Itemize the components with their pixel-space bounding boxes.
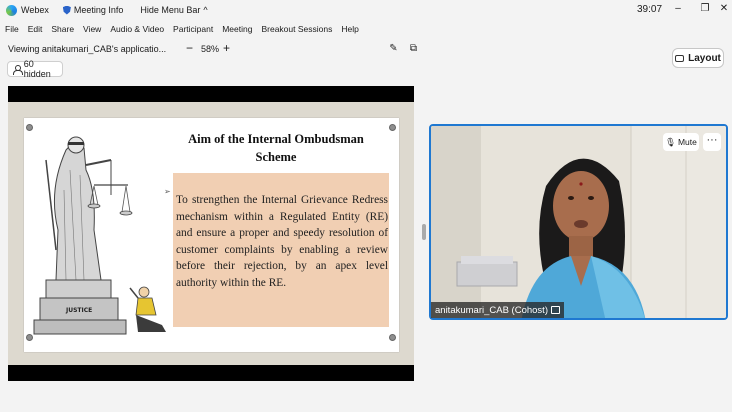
shield-icon — [62, 5, 71, 15]
app-name: Webex — [6, 4, 49, 16]
slide-title-line-1: Aim of the Internal Ombudsman — [188, 132, 364, 146]
menu-edit[interactable]: Edit — [28, 24, 43, 34]
close-icon[interactable]: ✕ — [718, 3, 730, 15]
title-bar: Webex Meeting Info Hide Menu Bar ^ 39:07… — [0, 0, 732, 20]
hidden-count-label: 60 hidden — [23, 59, 51, 79]
slide-bullet-icon: ➢ — [164, 187, 171, 196]
menu-meeting[interactable]: Meeting — [222, 24, 252, 34]
mute-button[interactable]: 🎙 Mute — [663, 133, 699, 151]
menu-file[interactable]: File — [5, 24, 19, 34]
restore-icon[interactable]: ❐ — [699, 3, 711, 15]
zoom-in-button[interactable]: + — [223, 41, 230, 55]
minimize-icon[interactable]: – — [672, 3, 684, 15]
menu-breakout-sessions[interactable]: Breakout Sessions — [261, 24, 332, 34]
hidden-participants-button[interactable]: 60 hidden — [7, 59, 63, 79]
lady-justice-illustration: JUSTICE — [33, 136, 166, 335]
mute-label: Mute — [677, 137, 697, 147]
participant-video[interactable] — [429, 124, 728, 320]
participant-name-tag: anitakumari_CAB (Cohost) — [431, 302, 564, 318]
meeting-timer: 39:07 — [637, 4, 663, 15]
layout-button[interactable]: Layout — [672, 48, 724, 68]
share-toolbar: Viewing anitakumari_CAB's applicatio... … — [0, 40, 732, 58]
layout-label: Layout — [688, 52, 721, 64]
panel-resize-handle[interactable] — [422, 224, 426, 240]
share-screen-icon[interactable]: ⧉ — [408, 43, 419, 54]
video-feed — [431, 126, 726, 318]
menu-help[interactable]: Help — [341, 24, 358, 34]
viewing-label: Viewing anitakumari_CAB's applicatio... — [8, 44, 167, 54]
sharing-icon — [551, 306, 560, 314]
person-icon — [13, 64, 23, 75]
layout-icon — [675, 54, 685, 62]
chevron-up-icon: ^ — [203, 5, 208, 15]
menu-share[interactable]: Share — [51, 24, 74, 34]
zoom-out-button[interactable]: − — [186, 41, 193, 55]
app-name-label: Webex — [21, 5, 49, 15]
slide-title-line-2: Scheme — [255, 150, 297, 164]
participant-name: anitakumari_CAB (Cohost) — [435, 304, 548, 316]
meeting-info-label: Meeting Info — [73, 5, 124, 15]
more-options-button[interactable]: ··· — [703, 133, 721, 151]
hide-menu-bar-button[interactable]: Hide Menu Bar ^ — [140, 5, 207, 15]
slide-title: Aim of the Internal Ombudsman Scheme — [176, 130, 376, 166]
webex-logo-icon — [6, 4, 17, 16]
pin-icon — [389, 334, 396, 341]
menu-participant[interactable]: Participant — [173, 24, 213, 34]
statue-label: JUSTICE — [65, 307, 92, 314]
hide-menu-label: Hide Menu Bar — [140, 5, 201, 15]
microphone-icon: 🎙 — [665, 136, 676, 147]
menu-view[interactable]: View — [83, 24, 101, 34]
meeting-info-button[interactable]: Meeting Info — [62, 5, 124, 15]
zoom-level: 58% — [201, 44, 220, 54]
annotate-icon[interactable]: ✎ — [388, 43, 399, 54]
menu-audio-video[interactable]: Audio & Video — [110, 24, 164, 34]
pin-icon — [389, 124, 396, 131]
slide-body-text: To strengthen the Internal Grievance Red… — [176, 194, 388, 289]
menu-bar: File Edit Share View Audio & Video Parti… — [0, 21, 363, 37]
